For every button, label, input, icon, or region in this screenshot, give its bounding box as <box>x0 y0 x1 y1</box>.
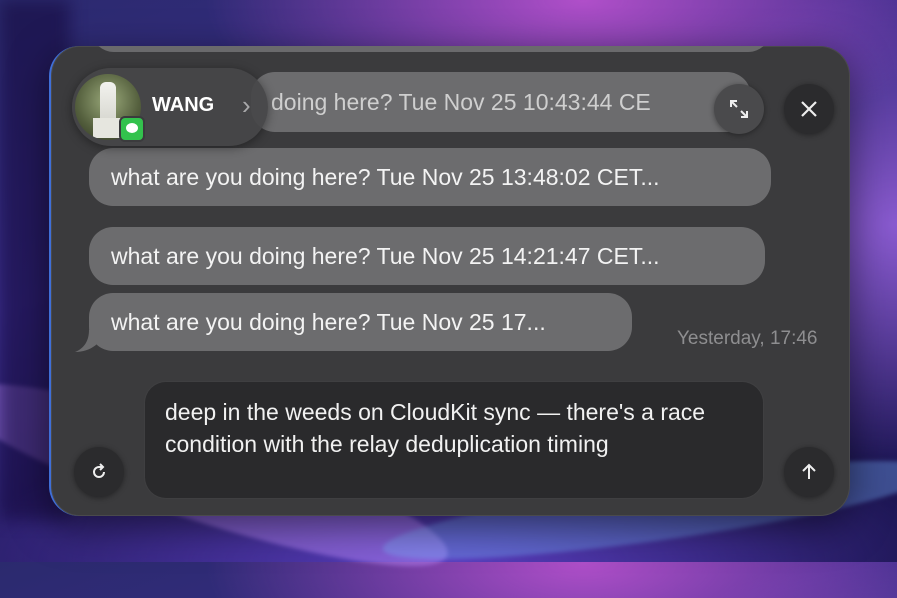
clipped-message-bubble <box>91 46 771 52</box>
contact-header[interactable]: WANG › <box>72 68 268 146</box>
refresh-icon <box>93 463 105 478</box>
send-arrow-icon <box>802 463 816 479</box>
expand-icon <box>730 100 748 118</box>
send-button[interactable] <box>784 447 834 497</box>
bubble-tail <box>75 330 105 352</box>
message-text: what are you doing here? Tue Nov 25 17..… <box>111 309 546 335</box>
message-text: what are you doing here? Tue Nov 25 13:4… <box>111 164 660 190</box>
message-popover: doing here? Tue Nov 25 10:43:44 CE what … <box>49 46 850 516</box>
message-bubble[interactable]: what are you doing here? Tue Nov 25 14:2… <box>89 227 765 285</box>
contact-name: WANG <box>152 94 215 116</box>
message-bubble[interactable]: doing here? Tue Nov 25 10:43:44 CE <box>251 72 751 132</box>
close-button[interactable] <box>784 84 834 134</box>
compose-field[interactable]: deep in the weeds on CloudKit sync — the… <box>144 381 764 499</box>
chevron-right-icon: › <box>242 90 251 120</box>
compose-text: deep in the weeds on CloudKit sync — the… <box>165 399 706 457</box>
message-timestamp: Yesterday, 17:46 <box>677 328 818 349</box>
message-bubble[interactable]: what are you doing here? Tue Nov 25 13:4… <box>89 148 771 206</box>
message-text: doing here? Tue Nov 25 10:43:44 CE <box>271 89 651 115</box>
messages-app-icon <box>119 116 145 142</box>
message-bubble[interactable]: what are you doing here? Tue Nov 25 17..… <box>89 293 632 351</box>
close-icon <box>801 101 817 117</box>
refresh-button[interactable] <box>74 447 124 497</box>
expand-button[interactable] <box>714 84 764 134</box>
message-text: what are you doing here? Tue Nov 25 14:2… <box>111 243 660 269</box>
